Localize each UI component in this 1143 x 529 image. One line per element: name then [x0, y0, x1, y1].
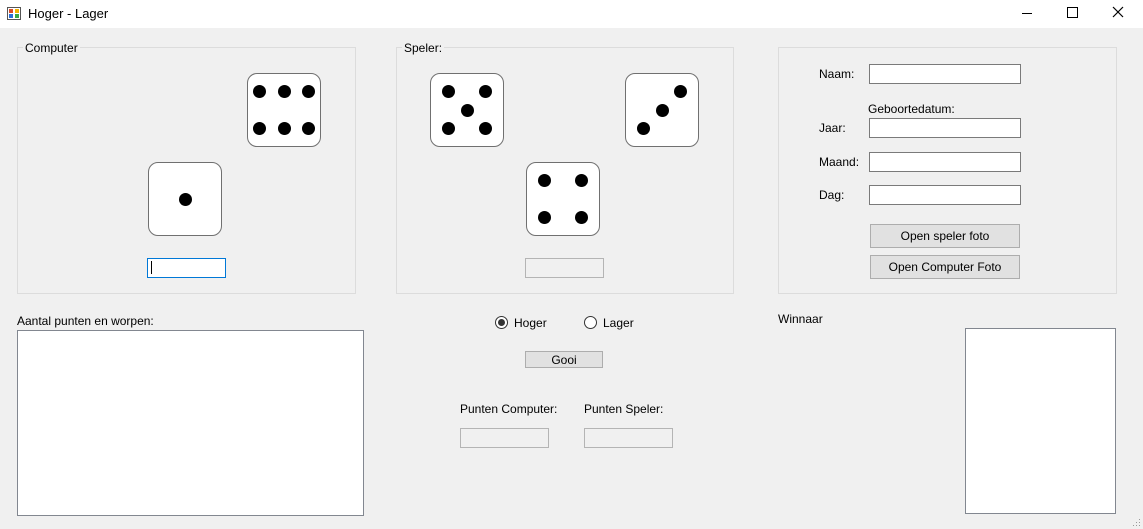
lager-radio[interactable] — [584, 316, 597, 329]
naam-field[interactable] — [869, 64, 1021, 84]
open-speler-foto-button[interactable]: Open speler foto — [870, 224, 1020, 248]
die-pip — [479, 122, 492, 135]
punten-computer-field[interactable] — [460, 428, 549, 448]
title-bar: Hoger - Lager — [0, 0, 1143, 28]
computer-group-title: Computer — [23, 41, 80, 55]
die-pip — [301, 85, 315, 98]
close-icon — [1112, 6, 1124, 18]
punten-speler-field[interactable] — [584, 428, 673, 448]
die-pip — [253, 122, 267, 135]
hoger-radio[interactable] — [495, 316, 508, 329]
speler-total-field[interactable] — [525, 258, 604, 278]
maximize-icon — [1067, 7, 1078, 18]
text-caret — [151, 261, 152, 274]
die-pip — [442, 85, 455, 98]
die-pip — [637, 122, 650, 135]
maand-label: Maand: — [819, 155, 860, 169]
open-computer-foto-button[interactable]: Open Computer Foto — [870, 255, 1020, 279]
window-title: Hoger - Lager — [28, 6, 109, 21]
radio-selected-dot — [498, 319, 505, 326]
app-icon — [7, 7, 21, 20]
die-pip — [479, 85, 492, 98]
speler-die-3 — [526, 162, 600, 236]
die-pip — [178, 192, 192, 206]
die-pip — [277, 85, 291, 98]
gooi-button[interactable]: Gooi — [525, 351, 603, 368]
die-pip — [674, 85, 687, 98]
scores-textarea[interactable] — [17, 330, 364, 516]
resize-grip-icon[interactable] — [1131, 517, 1141, 527]
punten-speler-label: Punten Speler: — [584, 402, 664, 416]
geboortedatum-label: Geboortedatum: — [868, 102, 955, 116]
dag-label: Dag: — [819, 188, 845, 202]
die-pip — [575, 211, 588, 224]
die-pip — [655, 103, 669, 117]
jaar-label: Jaar: — [819, 121, 846, 135]
jaar-field[interactable] — [869, 118, 1021, 138]
die-pip — [538, 211, 551, 224]
maximize-button[interactable] — [1050, 0, 1096, 28]
hoger-label[interactable]: Hoger — [514, 316, 547, 330]
winnaar-label: Winnaar — [778, 312, 823, 326]
winnaar-picturebox — [965, 328, 1116, 514]
dag-field[interactable] — [869, 185, 1021, 205]
maand-field[interactable] — [869, 152, 1021, 172]
die-pip — [538, 174, 551, 187]
scores-label: Aantal punten en worpen: — [17, 314, 154, 328]
speler-die-1 — [430, 73, 504, 147]
die-pip — [442, 122, 455, 135]
computer-die-2 — [148, 162, 222, 236]
punten-computer-label: Punten Computer: — [460, 402, 558, 416]
lager-label[interactable]: Lager — [603, 316, 634, 330]
computer-total-field[interactable] — [147, 258, 226, 278]
speler-die-2 — [625, 73, 699, 147]
die-pip — [253, 85, 267, 98]
die-pip — [575, 174, 588, 187]
minimize-icon — [1022, 13, 1032, 14]
close-button[interactable] — [1096, 0, 1142, 28]
naam-label: Naam: — [819, 67, 855, 81]
die-pip — [301, 122, 315, 135]
die-pip — [460, 103, 474, 117]
speler-group-title: Speler: — [402, 41, 445, 55]
computer-die-1 — [247, 73, 321, 147]
minimize-button[interactable] — [1004, 0, 1050, 28]
die-pip — [277, 122, 291, 135]
